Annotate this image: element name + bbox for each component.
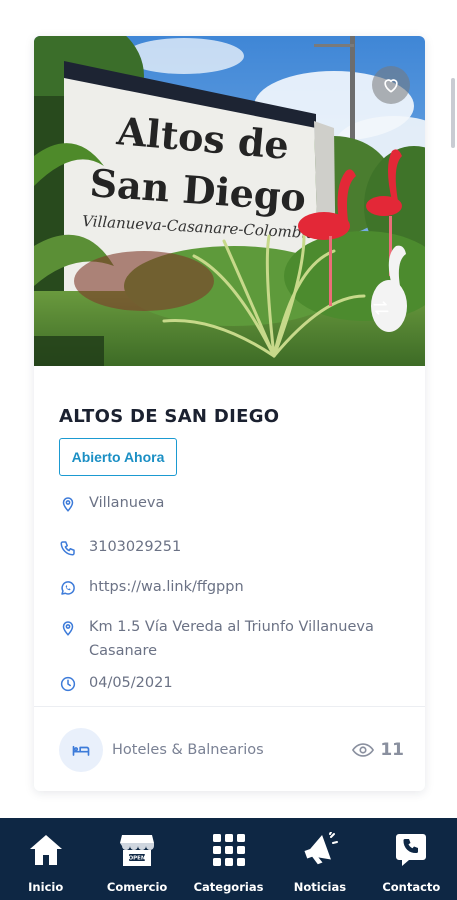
phone-chat-icon	[391, 830, 431, 870]
nav-item-contacto[interactable]: Contacto	[366, 818, 457, 900]
eye-icon	[352, 743, 375, 757]
location-row: Villanueva	[59, 494, 164, 515]
bed-icon	[72, 745, 90, 756]
app-screen: Altos de San Diego Villanueva-Casanare-C…	[0, 0, 457, 900]
home-icon	[26, 830, 66, 870]
nav-label: Noticias	[293, 880, 347, 894]
favorite-button[interactable]	[372, 66, 410, 104]
category-icon-badge[interactable]	[59, 728, 103, 772]
megaphone-icon	[300, 830, 340, 870]
views-counter: 11	[352, 740, 404, 760]
nav-label: Categorias	[193, 880, 264, 894]
nav-label: Comercio	[106, 880, 168, 894]
address-text: Km 1.5 Vía Vereda al Triunfo Villanueva …	[89, 619, 374, 659]
nav-item-inicio[interactable]: Inicio	[0, 818, 91, 900]
views-count: 11	[380, 740, 404, 760]
scrollbar[interactable]	[451, 78, 455, 148]
nav-item-noticias[interactable]: Noticias	[274, 818, 365, 900]
clock-icon	[60, 676, 76, 692]
phone-icon	[60, 541, 75, 556]
nav-label: Contacto	[382, 880, 441, 894]
swap-arrows-icon[interactable]	[371, 298, 391, 318]
map-pin-icon	[62, 497, 74, 512]
phone-text[interactable]: 3103029251	[89, 535, 181, 559]
phone-row[interactable]: 3103029251	[59, 538, 181, 559]
nav-item-comercio[interactable]: OPEN Comercio	[91, 818, 182, 900]
divider	[34, 706, 425, 707]
svg-text:OPEN: OPEN	[129, 856, 146, 862]
listing-footer: Hoteles & Balnearios 11	[59, 728, 404, 772]
listing-scroll-area[interactable]: Altos de San Diego Villanueva-Casanare-C…	[0, 0, 457, 818]
nav-item-categorias[interactable]: Categorias	[183, 818, 274, 900]
whatsapp-icon	[61, 581, 75, 595]
address-row: Km 1.5 Vía Vereda al Triunfo Villanueva …	[59, 618, 389, 663]
whatsapp-link[interactable]: https://wa.link/ffgppn	[89, 575, 244, 599]
status-badge: Abierto Ahora	[59, 438, 177, 476]
date-text: 04/05/2021	[89, 675, 173, 691]
nav-label: Inicio	[28, 880, 64, 894]
bottom-nav: Inicio OPEN Comercio Categorias Noticias…	[0, 818, 457, 900]
store-icon: OPEN	[117, 830, 157, 870]
category-label[interactable]: Hoteles & Balnearios	[112, 742, 264, 758]
whatsapp-row[interactable]: https://wa.link/ffgppn	[59, 578, 244, 599]
location-text: Villanueva	[89, 495, 165, 511]
listing-photo: Altos de San Diego Villanueva-Casanare-C…	[34, 36, 425, 366]
heart-icon	[384, 79, 398, 93]
listing-title[interactable]: ALTOS DE SAN DIEGO	[59, 406, 279, 427]
listing-card[interactable]: Altos de San Diego Villanueva-Casanare-C…	[34, 36, 425, 791]
date-row: 04/05/2021	[59, 674, 173, 695]
map-pin-icon	[62, 621, 74, 636]
grid-icon	[209, 830, 249, 870]
